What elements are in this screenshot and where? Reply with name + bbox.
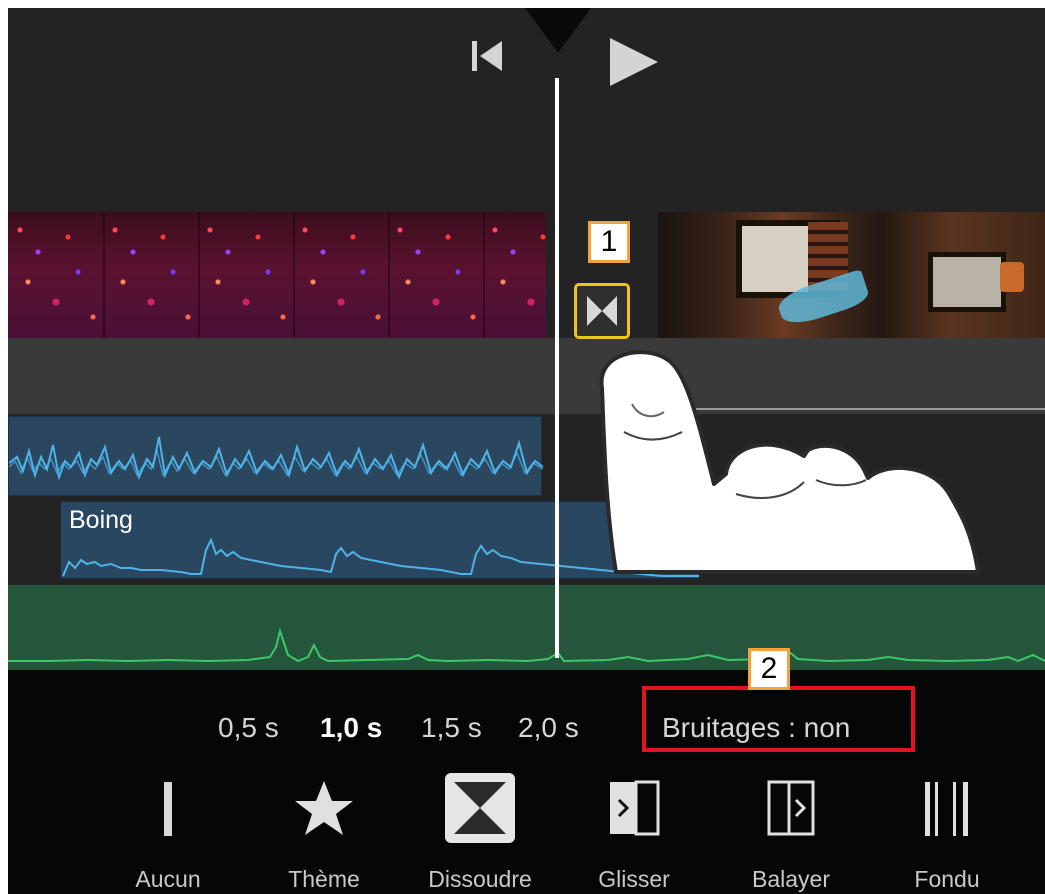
background-music-clip[interactable] [8, 416, 543, 496]
duration-option-0-5s[interactable]: 0,5 s [218, 712, 279, 744]
playhead[interactable] [555, 78, 559, 658]
viewer-notch [525, 8, 591, 53]
dissolve-transition-icon [587, 296, 617, 326]
none-icon [164, 782, 172, 836]
music-waveform [9, 436, 543, 481]
duration-option-2-0s[interactable]: 2,0 s [518, 712, 579, 744]
slide-icon [610, 780, 660, 836]
transition-theme-button[interactable]: Thème [264, 778, 384, 892]
transition-fade-button[interactable]: Fondu [887, 778, 1007, 892]
transition-dissolve-button[interactable]: Dissoudre [420, 773, 540, 892]
skip-to-start-icon[interactable] [470, 38, 504, 74]
transition-slide-button[interactable]: Glisser [574, 778, 694, 892]
video-clip-game[interactable] [658, 212, 1045, 338]
transition-wipe-label: Balayer [752, 866, 830, 892]
imovie-editor: 1 Boing 0,5 s 1,0 s 1,5 s 2,0 s Bruitage… [8, 8, 1045, 894]
transition-fade-label: Fondu [914, 866, 980, 892]
transition-settings-panel: 0,5 s 1,0 s 1,5 s 2,0 s Bruitages : non … [8, 670, 1045, 894]
callout-1: 1 [588, 221, 630, 263]
tap-gesture-hand [599, 350, 980, 574]
wipe-icon [767, 780, 815, 836]
voiceover-waveform [8, 627, 1045, 663]
sound-effects-toggle[interactable]: Bruitages : non [662, 712, 850, 744]
play-icon[interactable] [608, 36, 660, 88]
dissolve-icon [445, 773, 515, 843]
dissolve-transition-button[interactable] [574, 283, 630, 339]
duration-option-1-5s[interactable]: 1,5 s [421, 712, 482, 744]
video-clip-fireworks[interactable] [8, 212, 546, 338]
clip-thumbnail [888, 212, 1045, 338]
star-icon [295, 781, 353, 835]
transition-slide-label: Glisser [598, 866, 670, 892]
transition-theme-label: Thème [288, 866, 360, 892]
voiceover-track[interactable] [8, 585, 1045, 670]
fade-icon [925, 782, 968, 836]
clip-thumbnail [658, 212, 886, 338]
transition-none-label: Aucun [135, 866, 201, 892]
transition-wipe-button[interactable]: Balayer [731, 778, 851, 892]
transition-none-button[interactable]: Aucun [108, 778, 228, 892]
transition-dissolve-label: Dissoudre [428, 866, 532, 892]
duration-option-1-0s[interactable]: 1,0 s [320, 712, 382, 744]
callout-2: 2 [748, 648, 790, 690]
